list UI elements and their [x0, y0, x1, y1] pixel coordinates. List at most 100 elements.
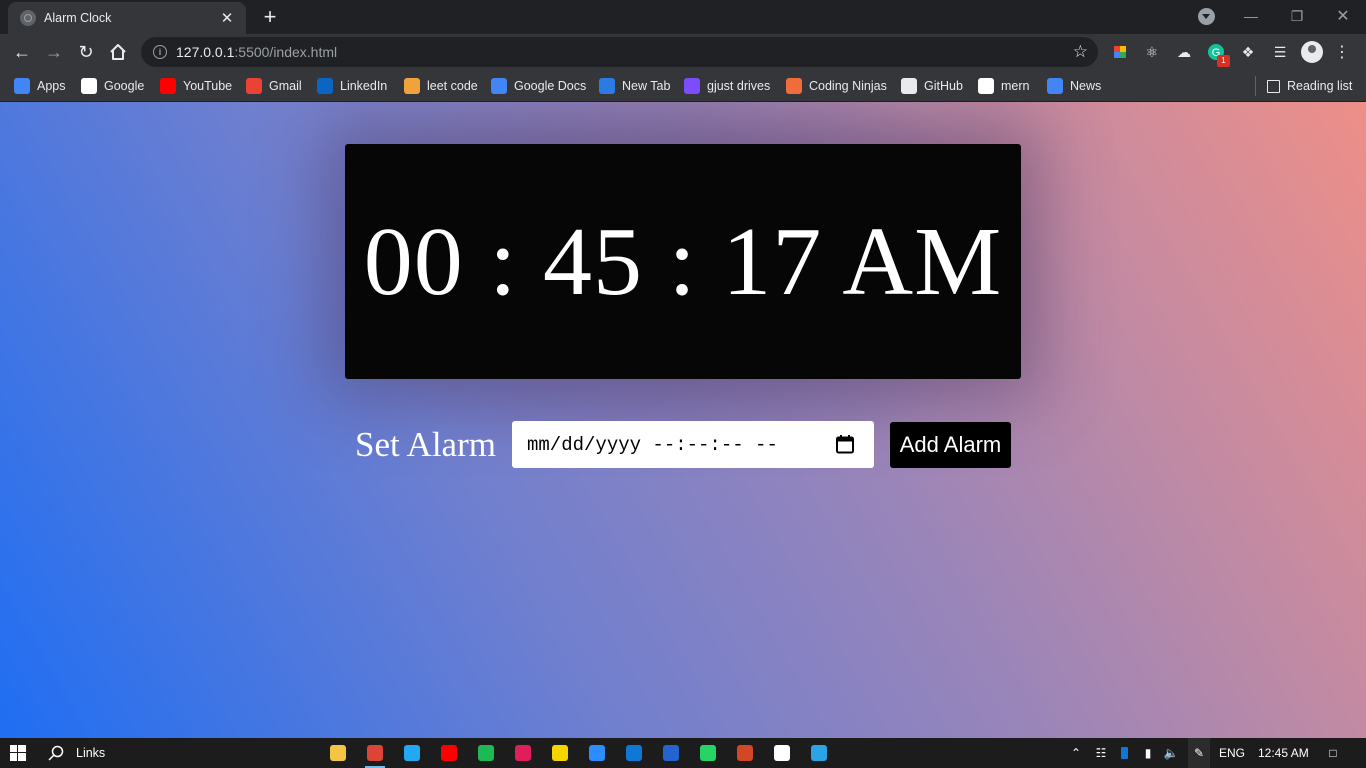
- bookmark-label: Google Docs: [514, 79, 587, 93]
- bookmark-label: leet code: [427, 79, 478, 93]
- extension-cloud-icon[interactable]: ☁: [1175, 43, 1193, 61]
- bookmark-star-icon[interactable]: ☆: [1073, 42, 1088, 62]
- taskbar-clock[interactable]: 12:45 AM: [1258, 738, 1309, 768]
- bookmark-news[interactable]: News: [1047, 76, 1101, 96]
- set-alarm-label: Set Alarm: [355, 425, 496, 464]
- gmail-icon: [246, 78, 262, 94]
- calendar-icon[interactable]: [835, 434, 855, 454]
- extension-badge: 1: [1217, 55, 1230, 67]
- github-icon: [901, 78, 917, 94]
- mail-icon[interactable]: [616, 738, 652, 768]
- vscode-glyph: [404, 745, 420, 761]
- address-bar[interactable]: i 127.0.0.1:5500/index.html ☆: [141, 37, 1098, 67]
- clock-time: 00 : 45 : 17 AM: [363, 207, 1003, 316]
- url-path: :5500/index.html: [234, 44, 338, 60]
- close-tab-icon[interactable]: ✕: [218, 9, 236, 27]
- snipping-icon[interactable]: [727, 738, 763, 768]
- search-icon[interactable]: [44, 738, 68, 768]
- media-queue-icon[interactable]: ☰: [1271, 43, 1289, 61]
- chrome-icon[interactable]: [357, 738, 393, 768]
- reading-list-button[interactable]: Reading list: [1267, 76, 1352, 96]
- bookmark-label: LinkedIn: [340, 79, 388, 93]
- google-docs-icon: [491, 78, 507, 94]
- notifications-icon[interactable]: □: [1322, 738, 1344, 768]
- extensions-puzzle-icon[interactable]: ❖: [1239, 43, 1257, 61]
- bookmark-label: gjust drives: [707, 79, 771, 93]
- alarm-datetime-input[interactable]: mm/dd/yyyy --:--:-- --: [512, 421, 874, 468]
- windows-start-icon[interactable]: [0, 738, 36, 768]
- todo-icon[interactable]: [653, 738, 689, 768]
- bookmark-new-tab[interactable]: New Tab: [599, 76, 670, 96]
- tab-alarm-clock[interactable]: Alarm Clock ✕: [8, 2, 246, 34]
- edge-icon[interactable]: [801, 738, 837, 768]
- news-icon: [1047, 78, 1063, 94]
- google-icon: [81, 78, 97, 94]
- bookmark-youtube[interactable]: YouTube: [160, 76, 232, 96]
- show-hidden-icons-icon[interactable]: ⌃: [1068, 738, 1084, 768]
- color-picker-extension-icon[interactable]: [1111, 43, 1129, 61]
- volume-icon[interactable]: 🔈: [1162, 738, 1180, 768]
- bookmark-label: New Tab: [622, 79, 671, 93]
- bookmark-label: Apps: [37, 79, 66, 93]
- edge-glyph: [811, 745, 827, 761]
- chrome-glyph: [367, 745, 383, 761]
- linkedin-icon: [317, 78, 333, 94]
- windows-taskbar: Links ⌃ ☷ ▮ 🔈 ✎ ENG 12:45 AM □: [0, 738, 1366, 768]
- slack-icon[interactable]: [505, 738, 541, 768]
- todo-glyph: [663, 745, 679, 761]
- vscode-icon[interactable]: [394, 738, 430, 768]
- pen-icon[interactable]: ✎: [1188, 738, 1210, 768]
- bookmark-label: Google: [104, 79, 145, 93]
- window-close-icon[interactable]: ✕: [1320, 0, 1366, 32]
- youtube-music-glyph: [441, 745, 457, 761]
- taskbar-search-label[interactable]: Links: [76, 738, 105, 768]
- back-icon[interactable]: ←: [8, 38, 36, 66]
- bookmark-label: YouTube: [183, 79, 233, 93]
- sticky-notes-icon[interactable]: [542, 738, 578, 768]
- reload-icon[interactable]: ↻: [72, 38, 100, 66]
- intellij-icon[interactable]: [764, 738, 800, 768]
- url-host: 127.0.0.1: [176, 44, 235, 60]
- snipping-glyph: [737, 745, 753, 761]
- spotify-glyph: [478, 745, 494, 761]
- bookmark-apps[interactable]: Apps: [14, 76, 66, 96]
- page-background: 00 : 45 : 17 AM Set Alarm mm/dd/yyyy --:…: [0, 102, 1366, 738]
- chrome-menu-icon[interactable]: ⋮: [1333, 43, 1351, 61]
- list-icon: [684, 78, 700, 94]
- bookmarks-bar: Apps Google YouTube Gmail LinkedIn leet code G…: [0, 70, 1366, 102]
- bookmark-leet-code[interactable]: leet code: [404, 76, 478, 96]
- restore-icon[interactable]: ❐: [1274, 0, 1320, 32]
- bookmark-google-docs[interactable]: Google Docs: [491, 76, 586, 96]
- bookmark-github[interactable]: GitHub: [901, 76, 963, 96]
- messenger-icon[interactable]: [579, 738, 615, 768]
- home-icon[interactable]: [104, 38, 132, 66]
- react-devtools-icon[interactable]: ⚛: [1143, 43, 1161, 61]
- battery-icon[interactable]: ▮: [1140, 738, 1156, 768]
- wifi-icon[interactable]: ☷: [1092, 738, 1110, 768]
- profile-avatar[interactable]: [1301, 41, 1323, 63]
- bookmark-label: News: [1070, 79, 1102, 93]
- site-info-icon[interactable]: i: [153, 45, 167, 59]
- alarm-input-placeholder: mm/dd/yyyy --:--:-- --: [527, 433, 778, 456]
- globe-icon: [20, 10, 36, 26]
- add-alarm-button[interactable]: Add Alarm: [890, 422, 1011, 468]
- tab-search-icon[interactable]: [1198, 8, 1215, 25]
- reading-list-label: Reading list: [1287, 79, 1353, 93]
- youtube-music-icon[interactable]: [431, 738, 467, 768]
- file-explorer-icon[interactable]: [320, 738, 356, 768]
- forward-icon[interactable]: →: [40, 38, 68, 66]
- new-tab-button[interactable]: +: [258, 6, 282, 28]
- bookmark-mern[interactable]: mern: [978, 76, 1029, 96]
- bookmark-google[interactable]: Google: [81, 76, 144, 96]
- language-indicator[interactable]: ENG: [1219, 738, 1245, 768]
- bookmark-gjust-drives[interactable]: gjust drives: [684, 76, 770, 96]
- bookmark-gmail[interactable]: Gmail: [246, 76, 302, 96]
- spotify-icon[interactable]: [468, 738, 504, 768]
- bookmark-label: GitHub: [924, 79, 963, 93]
- bookmark-linkedin[interactable]: LinkedIn: [317, 76, 387, 96]
- bookmark-coding-ninjas[interactable]: Coding Ninjas: [786, 76, 887, 96]
- whatsapp-icon[interactable]: [690, 738, 726, 768]
- minimize-icon[interactable]: —: [1228, 0, 1274, 32]
- battery-status-icon[interactable]: [1118, 738, 1130, 768]
- bookmark-label: mern: [1001, 79, 1030, 93]
